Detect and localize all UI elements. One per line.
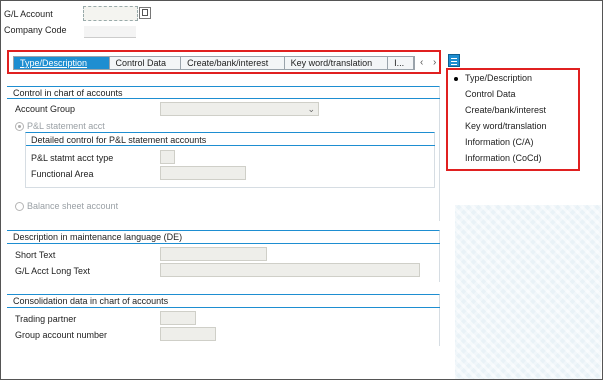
- functional-area-label: Functional Area: [31, 169, 94, 179]
- tab-list-menu-icon[interactable]: [448, 54, 460, 67]
- consolidation-group-title: Consolidation data in chart of accounts: [13, 296, 169, 306]
- copy-icon[interactable]: [139, 7, 151, 19]
- chevron-down-icon: ⌄: [307, 104, 315, 114]
- tab-prev-icon[interactable]: ‹: [420, 57, 423, 68]
- control-group-underline: [7, 98, 440, 99]
- tab-information-truncated[interactable]: I...: [388, 57, 414, 69]
- detailed-control-title: Detailed control for P&L statement accou…: [31, 135, 207, 145]
- tab-list-menu: Type/Description Control Data Create/ban…: [446, 68, 580, 171]
- balance-sheet-label: Balance sheet account: [27, 201, 119, 211]
- menu-item-information-ca[interactable]: Information (C/A): [465, 137, 534, 147]
- pl-type-input[interactable]: [160, 150, 175, 164]
- functional-area-input[interactable]: [160, 166, 246, 180]
- description-group-underline: [7, 243, 440, 244]
- balance-sheet-radio[interactable]: [15, 202, 24, 211]
- detailed-control-underline: [26, 145, 435, 146]
- account-group-select[interactable]: ⌄: [160, 102, 319, 116]
- selected-bullet: [454, 77, 458, 81]
- company-code-label: Company Code: [4, 25, 67, 35]
- tab-key-word-translation[interactable]: Key word/translation: [284, 57, 389, 69]
- gl-account-label: G/L Account: [4, 9, 53, 19]
- group-account-input[interactable]: [160, 327, 216, 341]
- description-group-title: Description in maintenance language (DE): [13, 232, 183, 242]
- pl-statement-radio[interactable]: [15, 122, 24, 131]
- tab-control-data[interactable]: Control Data: [109, 57, 182, 69]
- tab-bar-highlight: Type/Description Control Data Create/ban…: [7, 50, 441, 74]
- gl-account-input[interactable]: [83, 6, 138, 21]
- trading-partner-input[interactable]: [160, 311, 196, 325]
- pl-type-label: P&L statmt acct type: [31, 153, 114, 163]
- short-text-input[interactable]: [160, 247, 267, 261]
- background-pattern: [455, 205, 601, 379]
- trading-partner-label: Trading partner: [15, 314, 77, 324]
- tab-strip: Type/Description Control Data Create/ban…: [13, 56, 415, 70]
- tab-type-description[interactable]: Type/Description: [14, 57, 110, 69]
- menu-item-create-bank-interest[interactable]: Create/bank/interest: [465, 105, 546, 115]
- menu-item-type-description[interactable]: Type/Description: [465, 73, 532, 83]
- account-group-label: Account Group: [15, 104, 76, 114]
- tab-next-icon[interactable]: ›: [433, 57, 436, 68]
- consolidation-group-underline: [7, 307, 440, 308]
- menu-item-information-cocd[interactable]: Information (CoCd): [465, 153, 542, 163]
- short-text-label: Short Text: [15, 250, 56, 260]
- menu-item-control-data[interactable]: Control Data: [465, 89, 516, 99]
- menu-item-key-word-translation[interactable]: Key word/translation: [465, 121, 547, 131]
- company-code-input[interactable]: [84, 26, 136, 38]
- tab-create-bank-interest[interactable]: Create/bank/interest: [181, 57, 285, 69]
- pl-statement-label: P&L statement acct: [27, 121, 105, 131]
- long-text-label: G/L Acct Long Text: [15, 266, 91, 276]
- control-group-title: Control in chart of accounts: [13, 88, 123, 98]
- long-text-input[interactable]: [160, 263, 420, 277]
- group-account-label: Group account number: [15, 330, 108, 340]
